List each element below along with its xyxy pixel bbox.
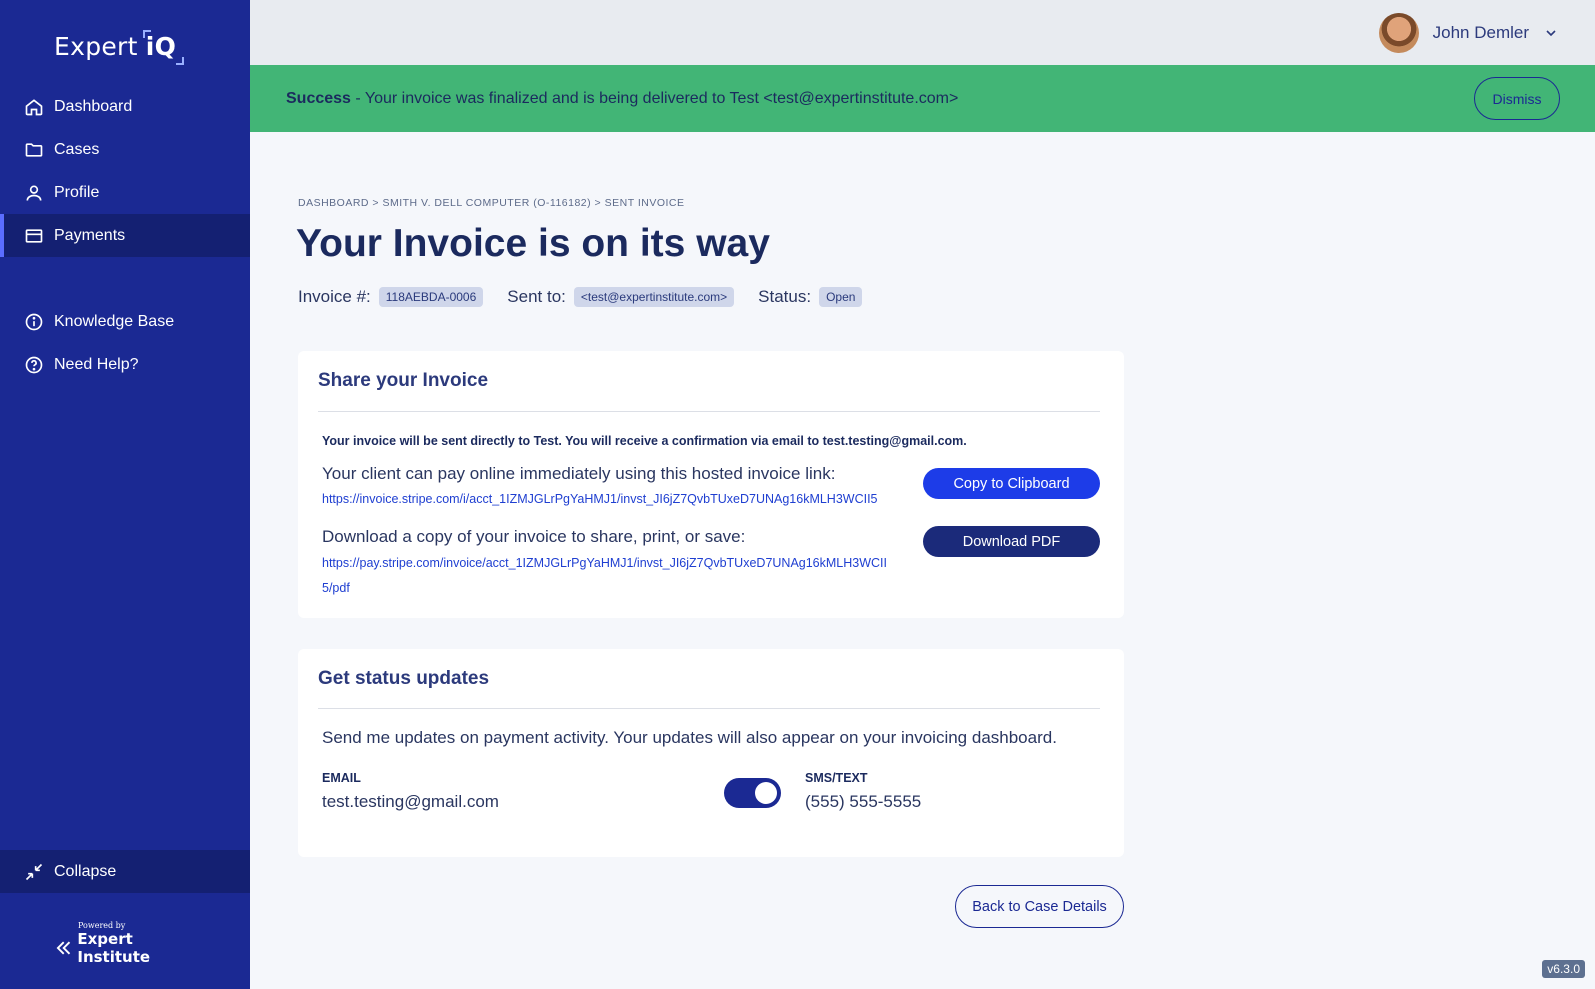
breadcrumb: Dashboard > Smith v. Dell Computer (O-11… xyxy=(298,197,685,209)
hosted-invoice-link[interactable]: https://invoice.stripe.com/i/acct_1IZMJG… xyxy=(322,487,902,512)
logo-accent: iQ xyxy=(145,32,177,61)
top-bar: John Demler xyxy=(250,0,1595,65)
back-to-case-details-button[interactable]: Back to Case Details xyxy=(955,885,1124,928)
share-card-title: Share your Invoice xyxy=(318,370,489,391)
sidebar-item-need-help[interactable]: Need Help? xyxy=(0,343,250,386)
sidebar-item-dashboard[interactable]: Dashboard xyxy=(0,85,250,128)
sms-toggle[interactable] xyxy=(724,778,781,808)
logo-text: Expert xyxy=(54,32,138,61)
expert-iq-logo[interactable]: Expert iQ xyxy=(54,32,176,61)
invoice-number-badge: 118AEBDA-0006 xyxy=(378,287,484,307)
sidebar-item-label: Cases xyxy=(54,140,100,158)
download-label: Download a copy of your invoice to share… xyxy=(322,527,746,546)
dismiss-button[interactable]: Dismiss xyxy=(1474,77,1560,120)
sidebar-item-cases[interactable]: Cases xyxy=(0,128,250,171)
invoice-meta: Invoice #: 118AEBDA-0006 Sent to: <test@… xyxy=(298,287,886,307)
home-icon xyxy=(25,98,43,115)
status-label: Status: xyxy=(758,287,812,306)
folder-icon xyxy=(25,142,43,157)
secondary-nav: Knowledge Base Need Help? xyxy=(0,300,250,386)
powered-by-expert-institute: Powered by Expert Institute xyxy=(56,921,206,966)
expert-institute-logo: Expert Institute xyxy=(56,930,206,966)
divider xyxy=(318,708,1100,709)
collapse-button[interactable]: Collapse xyxy=(0,850,250,893)
hosted-link-label: Your client can pay online immediately u… xyxy=(322,464,836,483)
banner-detail: - Your invoice was finalized and is bein… xyxy=(350,89,959,107)
sidebar-item-payments[interactable]: Payments xyxy=(0,214,250,257)
sidebar-item-knowledge-base[interactable]: Knowledge Base xyxy=(0,300,250,343)
sms-label: SMS/TEXT xyxy=(805,771,868,785)
banner-message: Success - Your invoice was finalized and… xyxy=(286,90,958,108)
toggle-knob xyxy=(755,782,777,804)
version-badge: v6.3.0 xyxy=(1542,960,1585,978)
updates-description: Send me updates on payment activity. You… xyxy=(322,728,1057,747)
sidebar-item-label: Knowledge Base xyxy=(54,312,175,330)
user-menu[interactable]: John Demler xyxy=(1378,13,1557,53)
divider xyxy=(318,411,1100,412)
share-note: Your invoice will be sent directly to Te… xyxy=(322,434,967,448)
sms-value: (555) 555-5555 xyxy=(805,792,922,811)
info-icon xyxy=(25,313,43,330)
invoice-number-label: Invoice #: xyxy=(298,287,371,306)
user-icon xyxy=(26,185,42,201)
sent-to-label: Sent to: xyxy=(507,287,566,306)
sidebar-item-label: Need Help? xyxy=(54,355,139,373)
success-banner: Success - Your invoice was finalized and… xyxy=(250,65,1595,132)
credit-card-icon xyxy=(25,228,43,243)
copy-to-clipboard-button[interactable]: Copy to Clipboard xyxy=(923,468,1100,499)
email-label: EMAIL xyxy=(322,771,361,785)
powered-brand-name: Expert Institute xyxy=(77,930,151,966)
sidebar-item-profile[interactable]: Profile xyxy=(0,171,250,214)
share-invoice-card: Share your Invoice Your invoice will be … xyxy=(298,351,1124,618)
collapse-label: Collapse xyxy=(54,862,117,880)
updates-card-title: Get status updates xyxy=(318,668,490,689)
expert-institute-mark-icon xyxy=(56,941,71,955)
email-value: test.testing@gmail.com xyxy=(322,792,499,811)
collapse-icon xyxy=(25,863,43,880)
help-icon xyxy=(25,356,43,373)
sent-to-badge: <test@expertinstitute.com> xyxy=(573,287,735,307)
sidebar-item-label: Dashboard xyxy=(54,97,133,115)
sidebar-item-label: Profile xyxy=(54,183,100,201)
page-title: Your Invoice is on its way xyxy=(296,222,770,265)
avatar xyxy=(1378,13,1419,53)
sidebar: Expert iQ Dashboard Cases Profile Payment… xyxy=(0,0,250,989)
banner-title: Success xyxy=(286,89,351,107)
download-pdf-button[interactable]: Download PDF xyxy=(923,526,1100,557)
user-name: John Demler xyxy=(1432,23,1529,42)
status-badge: Open xyxy=(819,287,863,307)
primary-nav: Dashboard Cases Profile Payments xyxy=(0,85,250,257)
chevron-down-icon xyxy=(1546,30,1556,37)
sidebar-item-label: Payments xyxy=(54,226,126,244)
powered-by-text: Powered by xyxy=(78,921,126,930)
pdf-invoice-link[interactable]: https://pay.stripe.com/invoice/acct_1IZM… xyxy=(322,551,892,601)
status-updates-card: Get status updates Send me updates on pa… xyxy=(298,649,1124,857)
